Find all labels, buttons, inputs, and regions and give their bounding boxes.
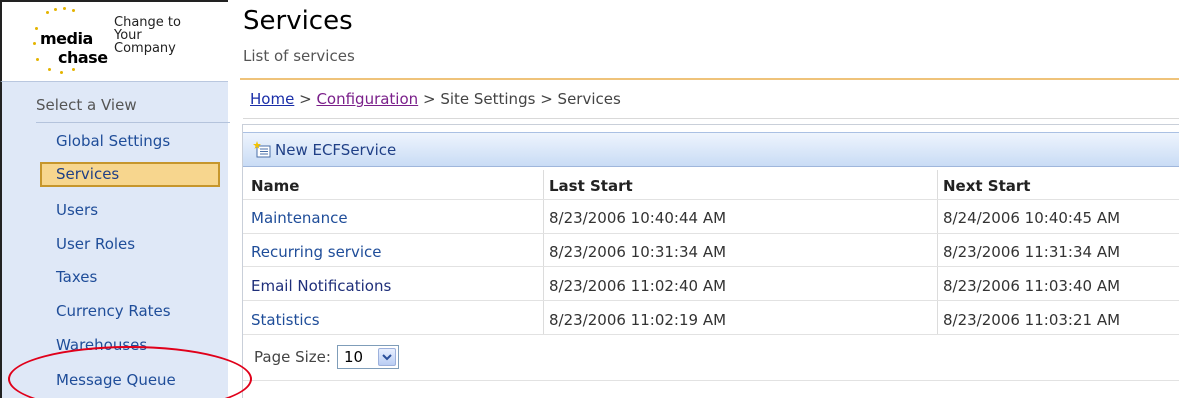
header-divider — [240, 78, 1179, 80]
column-header-next-start[interactable]: Next Start — [943, 177, 1030, 195]
column-header-last-start[interactable]: Last Start — [549, 177, 633, 195]
last-start-cell: 8/23/2006 11:02:40 AM — [549, 277, 727, 295]
sidebar-divider — [36, 122, 230, 123]
breadcrumb-configuration-link[interactable]: Configuration — [316, 90, 418, 108]
row-divider — [243, 334, 1179, 335]
pager: Page Size: 10 — [254, 345, 399, 369]
breadcrumb-home-link[interactable]: Home — [250, 90, 294, 108]
logo-dot — [72, 68, 75, 71]
last-start-cell: 8/23/2006 11:02:19 AM — [549, 311, 727, 329]
logo-dot — [48, 68, 51, 71]
new-ecfservice-button[interactable]: New ECFService — [253, 140, 396, 160]
sidebar-item-services[interactable]: Services — [40, 162, 220, 187]
logo-word-media: media — [40, 29, 93, 48]
sidebar-item-user-roles[interactable]: User Roles — [40, 232, 220, 258]
column-header-name[interactable]: Name — [251, 177, 299, 195]
last-start-cell: 8/23/2006 10:31:34 AM — [549, 243, 727, 261]
page-size-label: Page Size: — [254, 348, 331, 366]
page-subtitle: List of services — [243, 47, 355, 65]
new-item-icon — [253, 141, 271, 159]
breadcrumb-divider — [243, 118, 1179, 119]
company-logo: media chase Change to Your Company — [0, 0, 228, 81]
service-name-link[interactable]: Email Notifications — [251, 277, 391, 295]
sidebar-item-warehouses[interactable]: Warehouses — [40, 333, 220, 359]
service-name-link[interactable]: Statistics — [251, 311, 320, 329]
row-divider — [243, 199, 1179, 200]
logo-dot — [33, 42, 36, 45]
next-start-cell: 8/23/2006 11:03:40 AM — [943, 277, 1121, 295]
service-name-link[interactable]: Recurring service — [251, 243, 382, 261]
logo-dot — [35, 27, 38, 30]
row-divider — [243, 300, 1179, 301]
sidebar-heading: Select a View — [36, 96, 137, 114]
last-start-cell: 8/23/2006 10:40:44 AM — [549, 209, 727, 227]
breadcrumb-separator: > — [299, 90, 312, 108]
next-start-cell: 8/23/2006 11:03:21 AM — [943, 311, 1121, 329]
logo-tagline: Change to Your Company — [114, 16, 181, 55]
sidebar-item-taxes[interactable]: Taxes — [40, 265, 220, 291]
breadcrumb: Home > Configuration > Site Settings > S… — [250, 90, 621, 108]
next-start-cell: 8/23/2006 11:31:34 AM — [943, 243, 1121, 261]
sidebar: Select a View Global Settings Services U… — [0, 81, 230, 398]
sidebar-item-message-queue[interactable]: Message Queue — [40, 368, 220, 394]
logo-tagline-line: Company — [114, 41, 176, 56]
sidebar-item-users[interactable]: Users — [40, 198, 220, 224]
column-divider — [543, 170, 544, 335]
logo-word-chase: chase — [58, 48, 108, 67]
logo-dot — [72, 9, 75, 12]
logo-dot — [46, 11, 49, 14]
row-divider — [243, 266, 1179, 267]
breadcrumb-current: Services — [557, 90, 621, 108]
service-name-link[interactable]: Maintenance — [251, 209, 348, 227]
pager-divider — [243, 380, 1179, 381]
logo-dot — [60, 71, 63, 74]
logo-dot — [54, 8, 57, 11]
chevron-down-icon[interactable] — [377, 348, 396, 366]
breadcrumb-separator: > — [540, 90, 553, 108]
page-size-value: 10 — [343, 348, 364, 366]
new-ecfservice-label: New ECFService — [275, 141, 397, 159]
sidebar-item-currency-rates[interactable]: Currency Rates — [40, 299, 220, 325]
page-title: Services — [243, 6, 353, 36]
logo-dot — [63, 7, 66, 10]
column-divider — [937, 170, 938, 335]
app-window: media chase Change to Your Company Servi… — [0, 0, 1179, 398]
sidebar-item-global-settings[interactable]: Global Settings — [40, 129, 220, 155]
breadcrumb-separator: > — [422, 90, 436, 108]
grid-toolbar: New ECFService — [243, 132, 1179, 167]
row-divider — [243, 233, 1179, 234]
logo-dot — [36, 58, 39, 61]
services-grid: New ECFService Name Last Start Next Star… — [242, 124, 1179, 398]
page-size-select[interactable]: 10 — [336, 345, 399, 369]
breadcrumb-site-settings: Site Settings — [440, 90, 536, 108]
next-start-cell: 8/24/2006 10:40:45 AM — [943, 209, 1121, 227]
